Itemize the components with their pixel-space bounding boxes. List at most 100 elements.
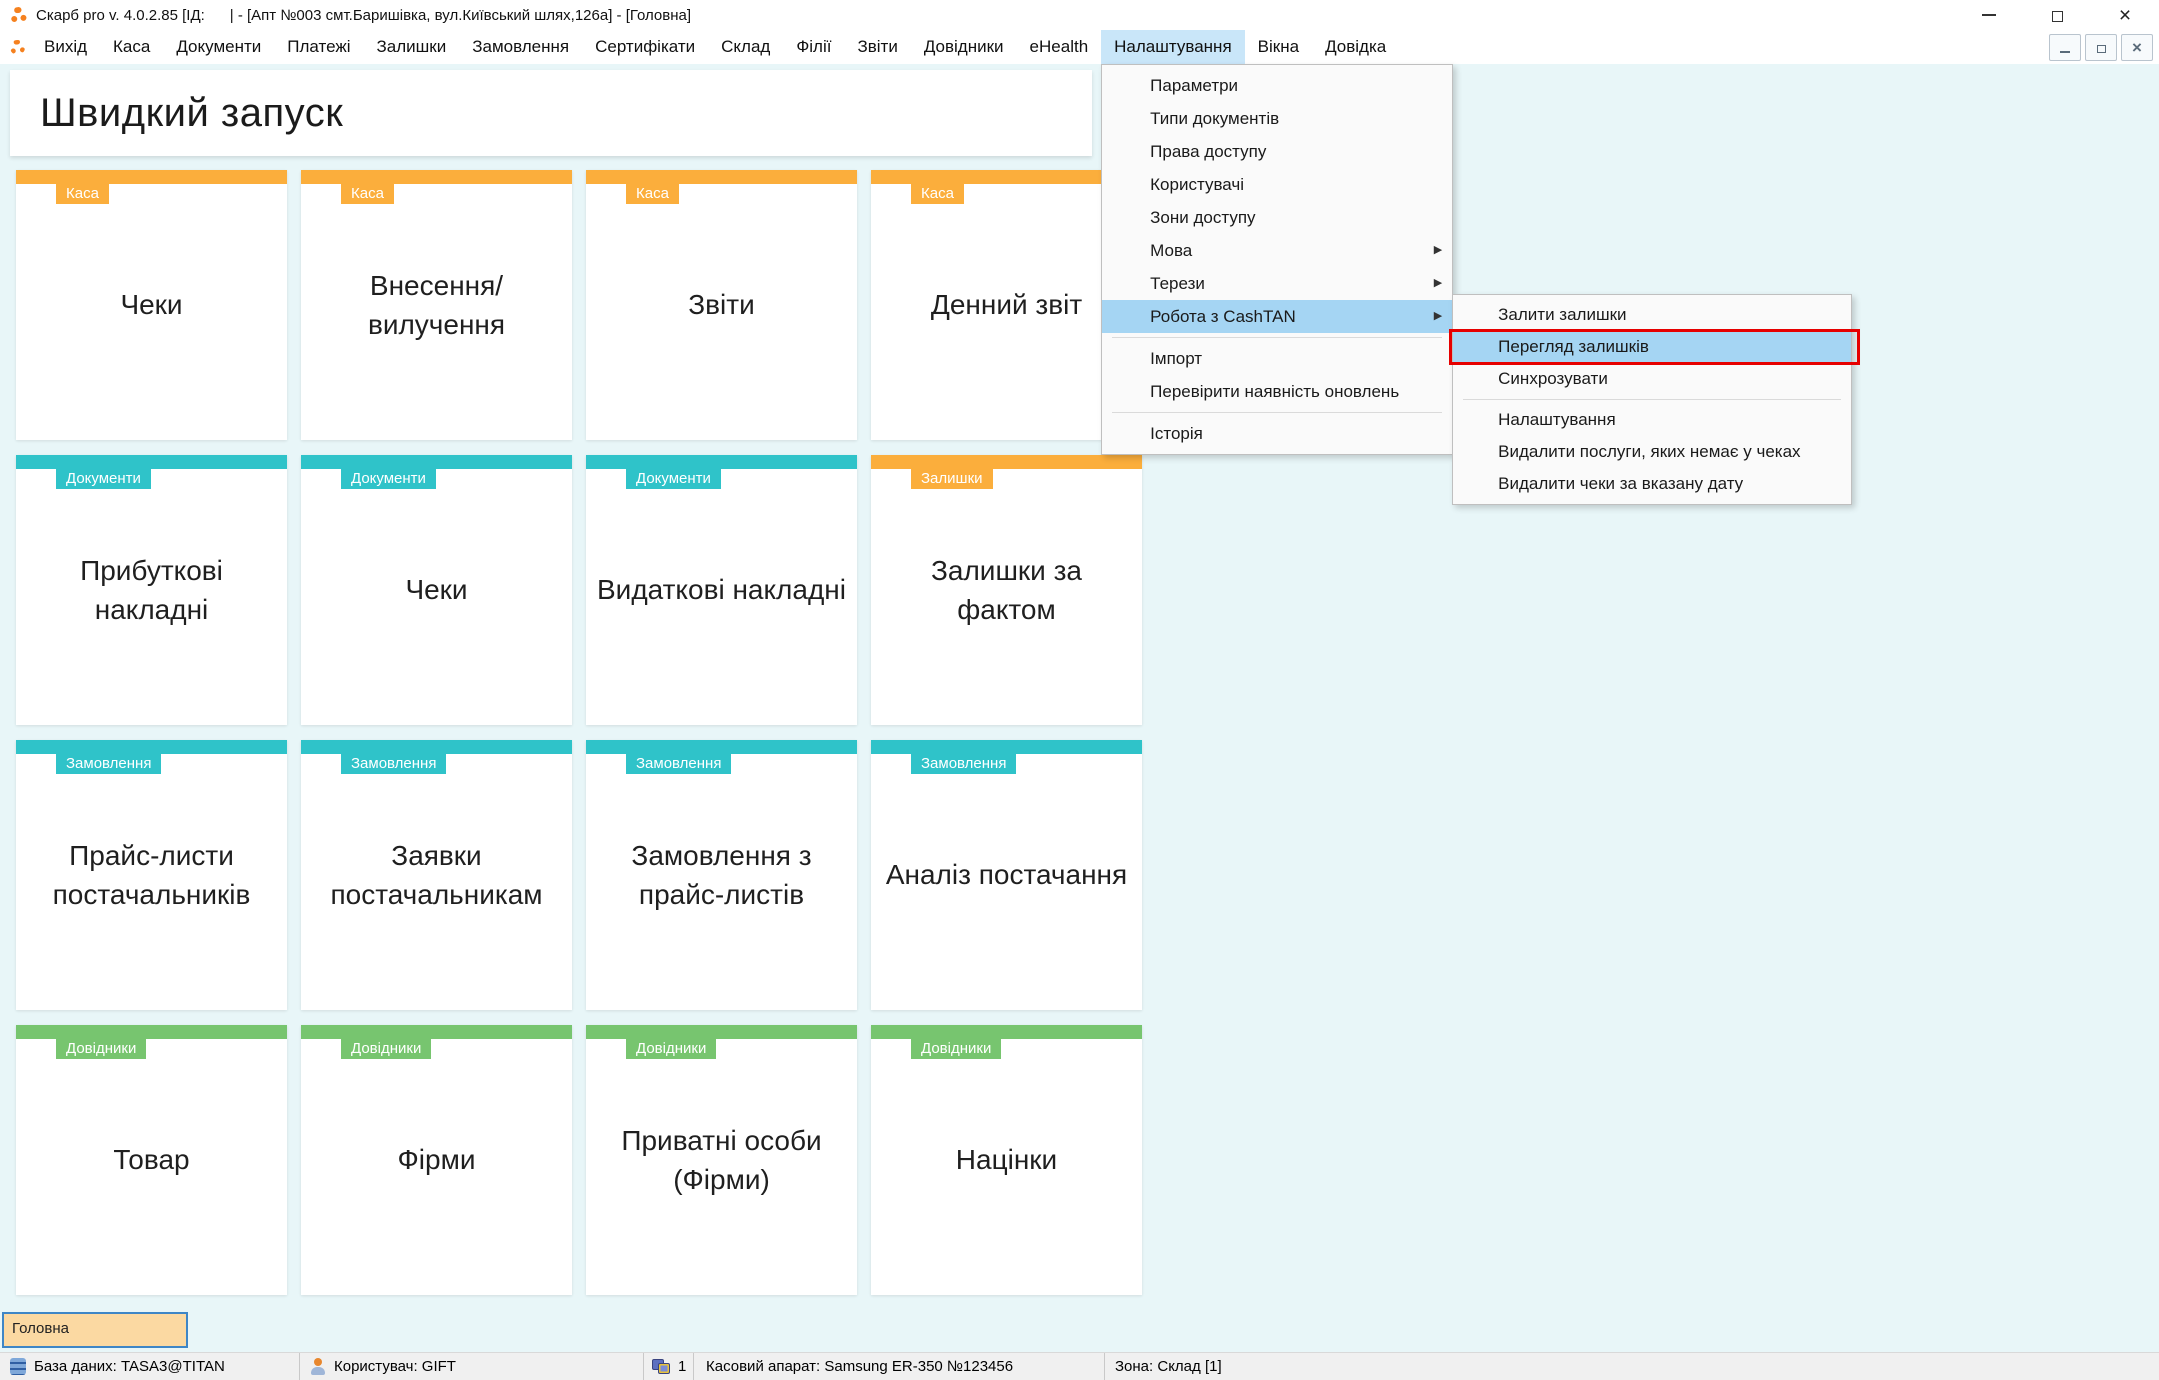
tile-category-tag: Каса (626, 184, 679, 204)
tile-category-strip (586, 740, 857, 754)
menubar-item-zvity[interactable]: Звіти (844, 30, 910, 64)
window-title: Скарб pro v. 4.0.2.85 [ІД: | - [Апт №003… (36, 7, 691, 24)
tile-natsinky[interactable]: Довідники Націнки (871, 1025, 1142, 1295)
tile-category-tag: Довідники (626, 1039, 716, 1059)
submenu-arrow-icon: ▶ (1434, 267, 1442, 300)
restore-icon (2097, 45, 2106, 53)
mdi-minimize-button[interactable] (2049, 34, 2081, 61)
tile-category-tag: Замовлення (56, 754, 161, 774)
tile-pryvatni-osoby[interactable]: Довідники Приватні особи (Фірми) (586, 1025, 857, 1295)
menu-item-import[interactable]: Імпорт (1102, 342, 1452, 375)
menu-item-robota-z-cashtan[interactable]: Робота з CashTAN ▶ Залити залишки Перегл… (1102, 300, 1452, 333)
menubar-item-kasa[interactable]: Каса (100, 30, 163, 64)
menubar-item-vykhid[interactable]: Вихід (31, 30, 100, 64)
menubar-item-ehealth[interactable]: eHealth (1017, 30, 1102, 64)
submenu-item-zalyty-zalyshky[interactable]: Залити залишки (1453, 299, 1851, 331)
menubar-item-zamovlennia[interactable]: Замовлення (459, 30, 582, 64)
mdi-close-button[interactable]: × (2121, 34, 2153, 61)
menu-separator (1463, 399, 1841, 400)
tile-category-tag: Замовлення (626, 754, 731, 774)
app-logo-icon (10, 40, 25, 55)
user-icon (310, 1358, 326, 1375)
submenu-arrow-icon: ▶ (1434, 300, 1442, 333)
tile-tovar[interactable]: Довідники Товар (16, 1025, 287, 1295)
title-bar: Скарб pro v. 4.0.2.85 [ІД: | - [Апт №003… (0, 0, 2159, 30)
tile-vnesennia-vyluchennia[interactable]: Каса Внесення/вилучення (301, 170, 572, 440)
menu-item-mova[interactable]: Мова▶ (1102, 234, 1452, 267)
tile-category-strip (586, 1025, 857, 1039)
restore-icon (2052, 11, 2063, 22)
menu-item-prava-dostupu[interactable]: Права доступу (1102, 135, 1452, 168)
close-icon: × (2132, 39, 2142, 56)
menubar-item-vikna[interactable]: Вікна (1245, 30, 1312, 64)
tile-category-strip (586, 455, 857, 469)
menu-item-korystuvachi[interactable]: Користувачі (1102, 168, 1452, 201)
tile-category-tag: Документи (626, 469, 721, 489)
window-controls: × (1955, 0, 2159, 30)
tile-category-tag: Замовлення (341, 754, 446, 774)
status-cash-register: Касовий апарат: Samsung ER-350 №123456 (694, 1353, 1105, 1380)
tile-category-tag: Документи (56, 469, 151, 489)
tile-prybutkovi-nakladni[interactable]: Документи Прибуткові накладні (16, 455, 287, 725)
menubar-item-dovidka[interactable]: Довідка (1312, 30, 1399, 64)
tile-category-strip (16, 170, 287, 184)
close-button[interactable]: × (2091, 0, 2159, 30)
tile-cheky-kasa[interactable]: Каса Чеки (16, 170, 287, 440)
tile-category-strip (301, 455, 572, 469)
menu-item-parametry[interactable]: Параметри (1102, 69, 1452, 102)
quick-launch-header: Швидкий запуск (10, 70, 1092, 156)
page-title: Швидкий запуск (40, 91, 343, 136)
menubar-item-dovidnyky[interactable]: Довідники (911, 30, 1017, 64)
menu-items: Вихід Каса Документи Платежі Залишки Зам… (31, 30, 1399, 64)
menubar-item-sertyfikaty[interactable]: Сертифікати (582, 30, 708, 64)
tile-cheky-dokumenty[interactable]: Документи Чеки (301, 455, 572, 725)
tile-firmy[interactable]: Довідники Фірми (301, 1025, 572, 1295)
submenu-arrow-icon: ▶ (1434, 234, 1442, 267)
tile-category-tag: Довідники (341, 1039, 431, 1059)
tile-category-tag: Довідники (911, 1039, 1001, 1059)
app-logo-icon (10, 7, 27, 24)
status-database: База даних: TASA3@TITAN (0, 1353, 300, 1380)
menu-item-terezy[interactable]: Терези▶ (1102, 267, 1452, 300)
menu-item-zony-dostupu[interactable]: Зони доступу (1102, 201, 1452, 234)
menu-item-typy-dokumentiv[interactable]: Типи документів (1102, 102, 1452, 135)
tile-category-tag: Залишки (911, 469, 993, 489)
menu-bar: Вихід Каса Документи Платежі Залишки Зам… (0, 30, 2159, 64)
menubar-item-platezhi[interactable]: Платежі (274, 30, 363, 64)
tile-zvity-kasa[interactable]: Каса Звіти (586, 170, 857, 440)
tile-analiz-postachannia[interactable]: Замовлення Аналіз постачання (871, 740, 1142, 1010)
menu-separator (1112, 337, 1442, 338)
submenu-item-nalashtuvannia[interactable]: Налаштування (1453, 404, 1851, 436)
tile-zalyshky-za-faktom[interactable]: Залишки Залишки за фактом (871, 455, 1142, 725)
tile-vydatkovi-nakladni[interactable]: Документи Видаткові накладні (586, 455, 857, 725)
minimize-button[interactable] (1955, 0, 2023, 30)
menubar-item-zalyshky[interactable]: Залишки (364, 30, 460, 64)
tile-zamovlennia-z-prais-lystiv[interactable]: Замовлення Замовлення з прайс-листів (586, 740, 857, 1010)
submenu-item-vydalyty-posluhy[interactable]: Видалити послуги, яких немає у чеках (1453, 436, 1851, 468)
submenu-item-perehliad-zalyshkiv[interactable]: Перегляд залишків (1453, 331, 1851, 363)
tile-category-strip (16, 455, 287, 469)
restore-button[interactable] (2023, 0, 2091, 30)
menu-separator (1112, 412, 1442, 413)
mdi-window-controls: × (2049, 34, 2153, 61)
tile-category-strip (301, 170, 572, 184)
menu-item-perevirity-onovlennia[interactable]: Перевірити наявність оновлень (1102, 375, 1452, 408)
status-user: Користувач: GIFT (300, 1353, 644, 1380)
tile-category-tag: Каса (341, 184, 394, 204)
menubar-item-dokumenty[interactable]: Документи (163, 30, 274, 64)
menubar-item-nalashtuvannia[interactable]: Налаштування Параметри Типи документів П… (1101, 30, 1245, 64)
tile-prais-lysty-postachalnykiv[interactable]: Замовлення Прайс-листи постачальників (16, 740, 287, 1010)
mdi-restore-button[interactable] (2085, 34, 2117, 61)
tile-zaiavky-postachalnykam[interactable]: Замовлення Заявки постачальникам (301, 740, 572, 1010)
submenu-item-vydalyty-cheky[interactable]: Видалити чеки за вказану дату (1453, 468, 1851, 500)
menubar-item-sklad[interactable]: Склад (708, 30, 783, 64)
submenu-item-synkhrozuvaty[interactable]: Синхрозувати (1453, 363, 1851, 395)
tab-holovna[interactable]: Головна (2, 1312, 188, 1348)
tile-category-tag: Документи (341, 469, 436, 489)
minimize-icon (2060, 51, 2070, 53)
close-icon: × (2119, 5, 2131, 26)
quick-launch-grid: Каса Чеки Каса Внесення/вилучення Каса З… (16, 170, 1142, 1295)
tile-category-strip (871, 740, 1142, 754)
menubar-item-filii[interactable]: Філії (783, 30, 844, 64)
menu-item-istoriia[interactable]: Історія (1102, 417, 1452, 450)
